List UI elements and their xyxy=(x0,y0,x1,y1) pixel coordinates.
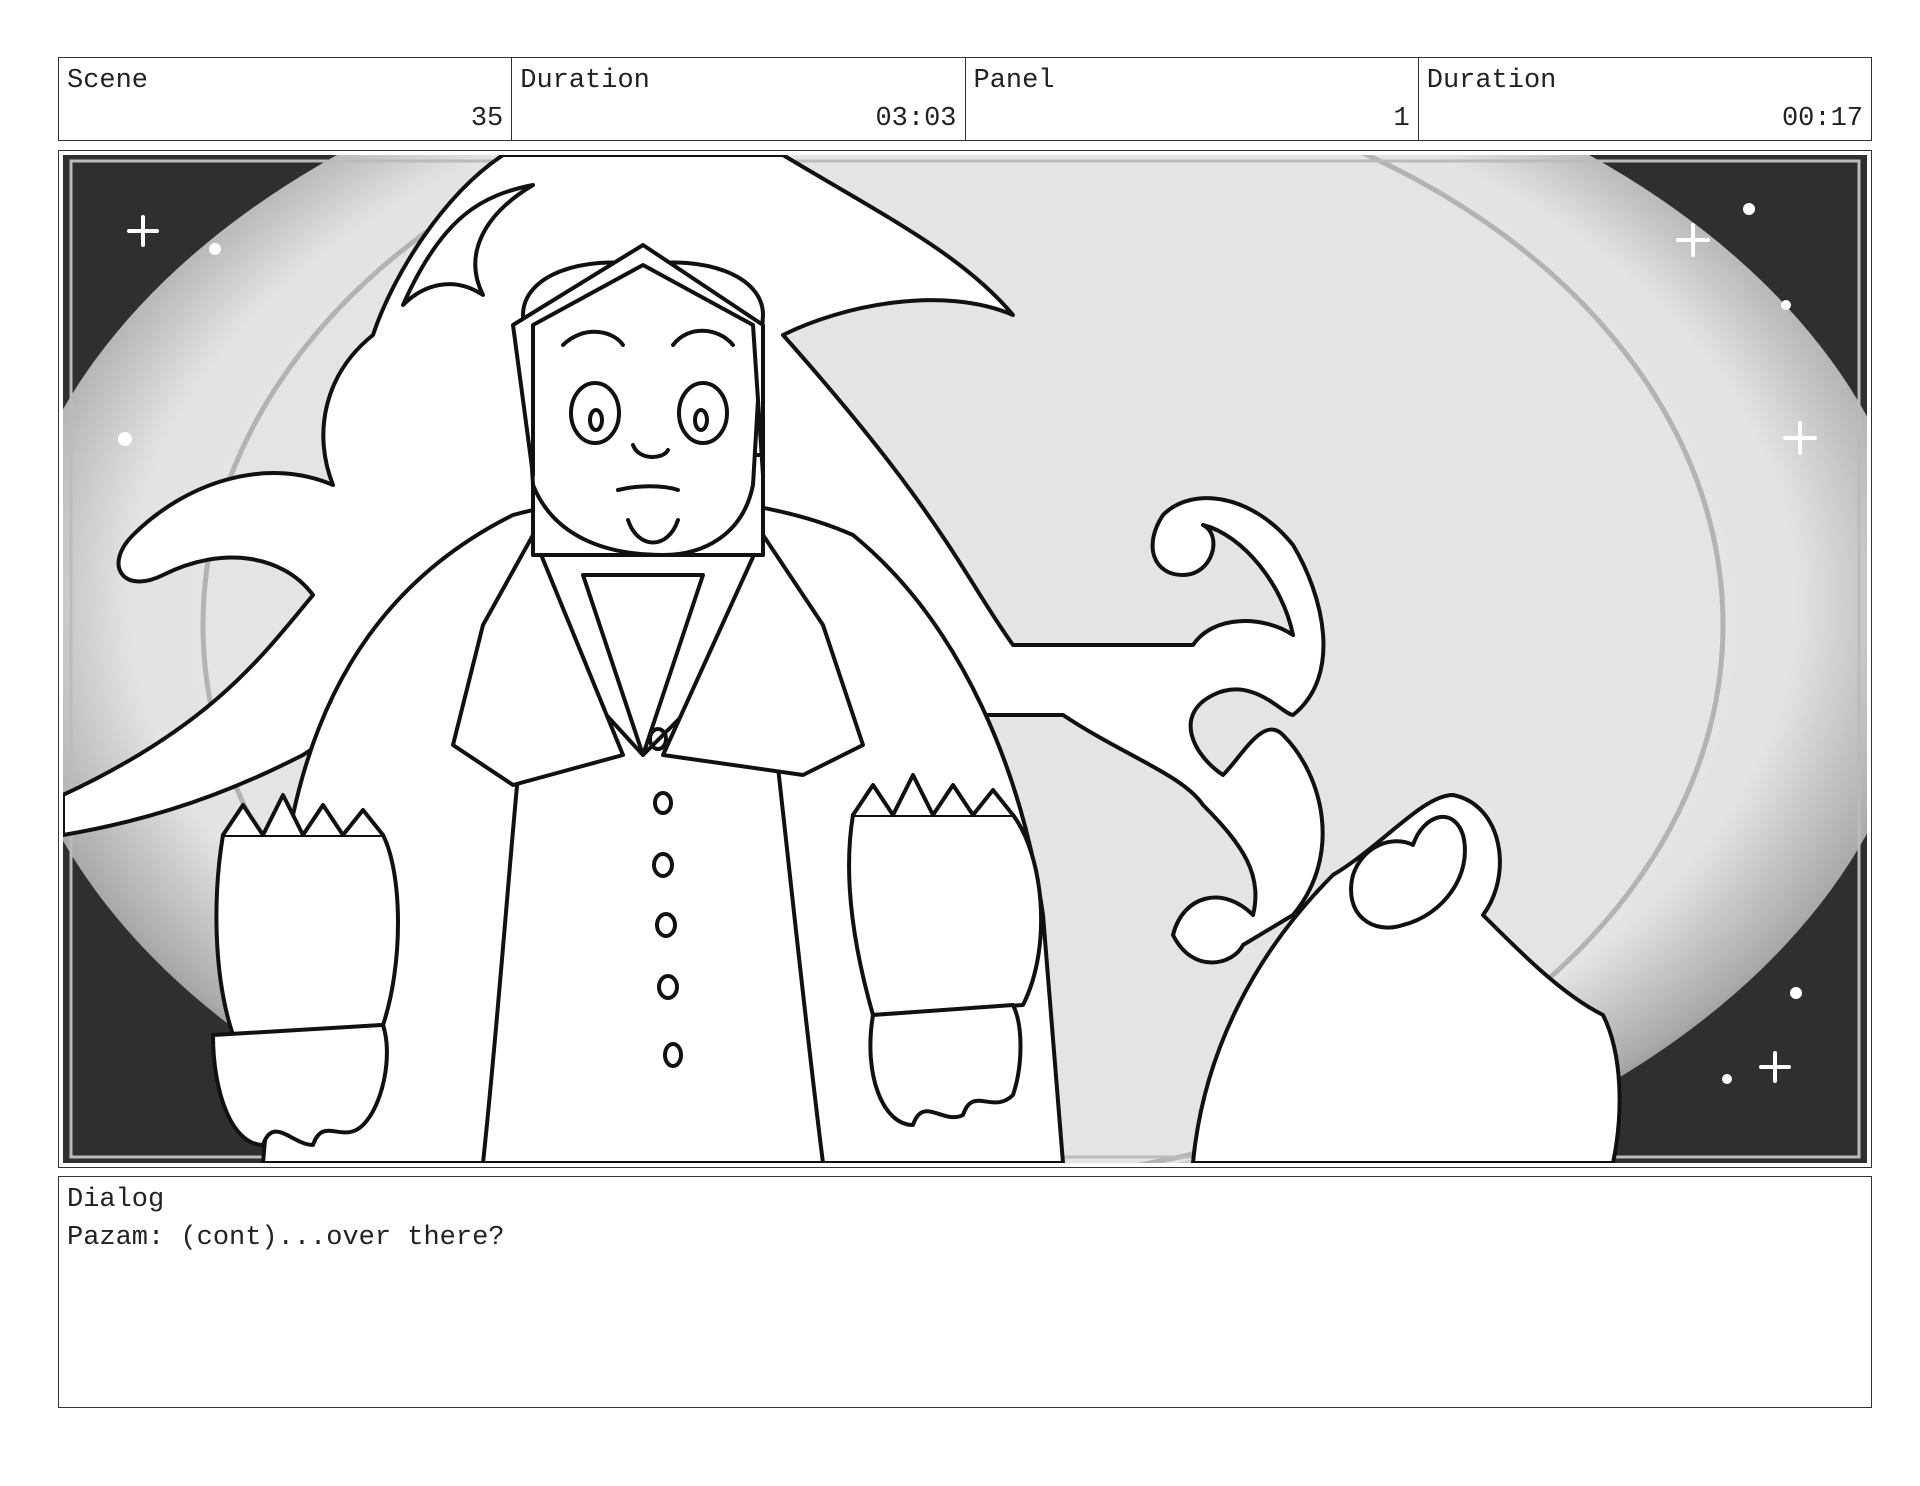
dialog-box: Dialog Pazam: (cont)...over there? xyxy=(58,1176,1872,1408)
panel-duration-cell: Duration 00:17 xyxy=(1419,58,1871,140)
star xyxy=(1790,987,1802,999)
storyboard-header: Scene 35 Duration 03:03 Panel 1 Duration… xyxy=(58,57,1872,141)
scene-cell: Scene 35 xyxy=(59,58,513,140)
pupil-right xyxy=(693,408,709,432)
dialog-label: Dialog xyxy=(67,1185,165,1215)
panel-value: 1 xyxy=(1393,104,1410,134)
scene-duration-label: Duration xyxy=(520,66,650,96)
star xyxy=(1722,1074,1732,1084)
sleeve-right xyxy=(847,813,1044,1017)
panel-drawing xyxy=(63,155,1867,1163)
pupil-left xyxy=(588,408,604,432)
star xyxy=(1743,203,1755,215)
scene-duration-value: 03:03 xyxy=(875,104,957,134)
sleeve-left xyxy=(214,833,400,1037)
panel-cell: Panel 1 xyxy=(966,58,1419,140)
panel-duration-value: 00:17 xyxy=(1781,104,1863,134)
hand-left xyxy=(211,1023,389,1147)
star xyxy=(209,243,221,255)
scene-label: Scene xyxy=(67,66,149,96)
mouth xyxy=(616,484,680,492)
panel-label: Panel xyxy=(973,66,1055,96)
dialog-text: Pazam: (cont)...over there? xyxy=(67,1223,505,1253)
scene-value: 35 xyxy=(470,104,504,134)
scene-duration-cell: Duration 03:03 xyxy=(512,58,966,140)
star xyxy=(1781,300,1791,310)
panel-duration-label: Duration xyxy=(1426,66,1557,96)
storyboard-panel xyxy=(58,150,1872,1168)
star xyxy=(118,432,132,446)
